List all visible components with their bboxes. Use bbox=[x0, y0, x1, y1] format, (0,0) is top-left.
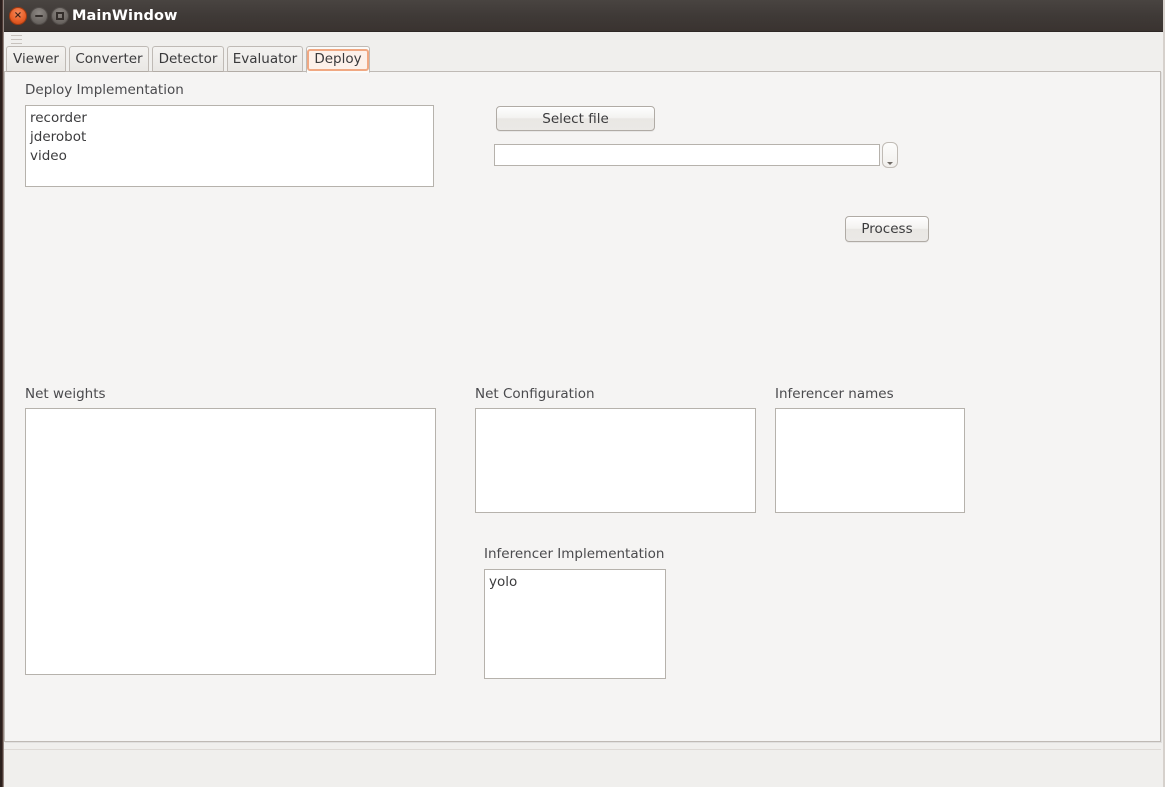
deploy-implementation-list[interactable]: recorder jderobot video bbox=[25, 105, 434, 187]
process-button[interactable]: Process bbox=[845, 216, 929, 242]
tab-evaluator-label: Evaluator bbox=[232, 51, 298, 67]
process-button-label: Process bbox=[861, 221, 913, 237]
list-item[interactable]: video bbox=[26, 147, 433, 166]
minimize-icon bbox=[31, 8, 47, 24]
tab-detector[interactable]: Detector bbox=[152, 46, 224, 72]
tab-converter[interactable]: Converter bbox=[69, 46, 149, 72]
list-item[interactable]: recorder bbox=[26, 109, 433, 128]
net-weights-list[interactable] bbox=[25, 408, 436, 675]
file-path-dropdown-button[interactable] bbox=[882, 142, 898, 168]
tab-deploy-label: Deploy bbox=[307, 48, 369, 71]
net-configuration-label: Net Configuration bbox=[475, 386, 595, 402]
tab-viewer-label: Viewer bbox=[13, 51, 59, 67]
close-icon: × bbox=[13, 10, 23, 21]
tab-deploy[interactable]: Deploy bbox=[306, 46, 370, 73]
deploy-tab-panel: Deploy Implementation recorder jderobot … bbox=[4, 71, 1161, 742]
net-configuration-list[interactable] bbox=[475, 408, 756, 513]
select-file-button-label: Select file bbox=[542, 110, 609, 127]
tab-bar: Viewer Converter Detector Evaluator Depl… bbox=[4, 46, 1163, 73]
minimize-button[interactable] bbox=[30, 7, 48, 25]
inferencer-implementation-label: Inferencer Implementation bbox=[484, 546, 665, 562]
tab-converter-label: Converter bbox=[75, 51, 143, 67]
maximize-button[interactable] bbox=[51, 7, 69, 25]
list-item[interactable]: yolo bbox=[485, 573, 665, 592]
window-left-edge bbox=[0, 0, 4, 787]
inferencer-names-list[interactable] bbox=[775, 408, 965, 513]
title-bar[interactable]: × MainWindow bbox=[0, 0, 1165, 32]
list-item[interactable]: jderobot bbox=[26, 128, 433, 147]
deploy-implementation-label: Deploy Implementation bbox=[25, 82, 184, 98]
tab-detector-label: Detector bbox=[158, 51, 218, 67]
net-weights-label: Net weights bbox=[25, 386, 106, 402]
tab-viewer[interactable]: Viewer bbox=[6, 46, 66, 72]
main-window: × MainWindow Viewer Converter Detector E… bbox=[0, 0, 1165, 787]
file-path-input[interactable] bbox=[494, 144, 880, 166]
window-title: MainWindow bbox=[72, 8, 178, 24]
window-controls: × bbox=[9, 7, 69, 25]
status-bar bbox=[4, 749, 1161, 785]
select-file-button[interactable]: Select file bbox=[496, 106, 655, 131]
close-button[interactable]: × bbox=[9, 7, 27, 25]
maximize-icon bbox=[52, 8, 68, 24]
inferencer-names-label: Inferencer names bbox=[775, 386, 894, 402]
chevron-down-icon bbox=[887, 162, 893, 165]
inferencer-implementation-list[interactable]: yolo bbox=[484, 569, 666, 679]
tab-evaluator[interactable]: Evaluator bbox=[227, 46, 303, 72]
